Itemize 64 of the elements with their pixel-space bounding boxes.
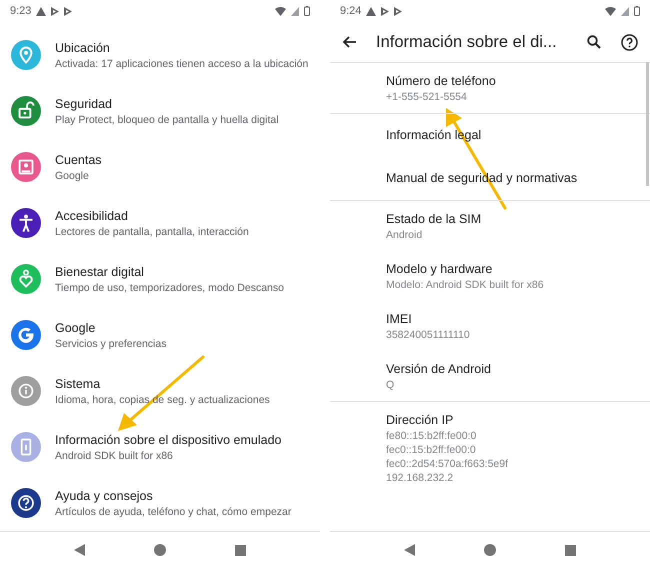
item-subtitle: Activada: 17 aplicaciones tienen acceso a la ubicación xyxy=(55,56,308,70)
status-time: 9:24 xyxy=(340,5,362,17)
signal-icon xyxy=(291,6,299,16)
item-title: Cuentas xyxy=(55,152,102,168)
item-title: Bienestar digital xyxy=(55,264,145,280)
item-title: Ubicación xyxy=(55,40,111,56)
item-title: Versión de Android xyxy=(386,361,492,378)
settings-item[interactable]: Cuentas Google xyxy=(0,139,320,195)
item-subtitle: Android SDK built for x86 xyxy=(55,448,174,462)
overview-icon[interactable] xyxy=(564,544,576,556)
search-icon[interactable] xyxy=(587,35,601,49)
settings-item[interactable]: Bienestar digital Tiempo de uso, temporizadores, modo Descanso xyxy=(0,251,320,307)
overview-icon[interactable] xyxy=(234,544,246,556)
item-title: Estado de la SIM xyxy=(386,211,482,228)
item-subtitle: Lectores de pantalla, pantalla, interacción xyxy=(55,224,249,238)
item-title: Información sobre el dispositivo emulado xyxy=(55,432,282,448)
back-icon[interactable] xyxy=(74,544,86,556)
item-value: Q xyxy=(386,378,396,392)
settings-item[interactable]: Seguridad Play Protect, bloqueo de pantalla y huella digital xyxy=(0,83,320,139)
item-title: IMEI xyxy=(386,311,413,328)
settings-item[interactable]: Accesibilidad Lectores de pantalla, pantalla, interacción xyxy=(0,195,320,251)
battery-icon xyxy=(304,6,310,16)
item-title: Sistema xyxy=(55,376,102,392)
item-subtitle: Artículos de ayuda, teléfono y chat, cómo empezar xyxy=(55,504,292,518)
status-time: 9:23 xyxy=(10,5,32,17)
wifi-icon xyxy=(275,6,286,16)
battery-icon xyxy=(634,6,640,16)
item-value: fe80::15:b2ff:fe00:0 xyxy=(386,429,478,443)
item-title: Dirección IP xyxy=(386,412,454,429)
settings-item[interactable]: Información sobre el dispositivo emulado Android SDK built for x86 xyxy=(0,419,320,475)
item-title: Modelo y hardware xyxy=(386,261,494,278)
item-subtitle: Google xyxy=(55,168,90,182)
item-value: 192.168.232.2 xyxy=(386,471,454,485)
item-value: 358240051111110 xyxy=(386,328,471,342)
item-subtitle: Servicios y preferencias xyxy=(55,336,166,350)
item-title: Accesibilidad xyxy=(55,208,129,224)
item-title: Seguridad xyxy=(55,96,113,112)
play-icon xyxy=(381,6,390,16)
play-icon xyxy=(51,6,60,16)
home-icon[interactable] xyxy=(484,544,496,556)
settings-item[interactable]: Google Servicios y preferencias xyxy=(0,307,320,363)
settings-item[interactable]: Ayuda y consejos Artículos de ayuda, teléfono y chat, cómo empezar xyxy=(0,475,320,531)
home-icon[interactable] xyxy=(154,544,166,556)
signal-icon xyxy=(621,6,629,16)
wifi-icon xyxy=(605,6,616,16)
item-subtitle: Tiempo de uso, temporizadores, modo Descanso xyxy=(55,280,284,294)
back-arrow-icon[interactable] xyxy=(342,36,356,48)
item-value: Modelo: Android SDK built for x86 xyxy=(386,278,545,292)
warning-icon xyxy=(36,6,46,16)
back-icon[interactable] xyxy=(404,544,416,556)
toolbar-title: Información sobre el di... xyxy=(376,32,558,52)
item-subtitle: Play Protect, bloqueo de pantalla y huella digital xyxy=(55,112,279,126)
item-title: Número de teléfono xyxy=(386,73,497,90)
item-value: fec0::2d54:570a:f663:5e9f xyxy=(386,457,510,471)
item-title: Google xyxy=(55,320,96,336)
settings-item[interactable]: Ubicación Activada: 17 aplicaciones tienen acceso a la ubicación xyxy=(0,27,320,83)
item-value: fec0::15:b2ff:fe00:0 xyxy=(386,443,477,457)
play-icon xyxy=(394,6,402,16)
help-icon[interactable] xyxy=(621,34,638,50)
item-value: +1-555-521-5554 xyxy=(386,90,468,104)
play-icon xyxy=(64,6,72,16)
item-value: Android xyxy=(386,228,424,242)
warning-icon xyxy=(366,6,376,16)
item-title: Ayuda y consejos xyxy=(55,488,154,504)
